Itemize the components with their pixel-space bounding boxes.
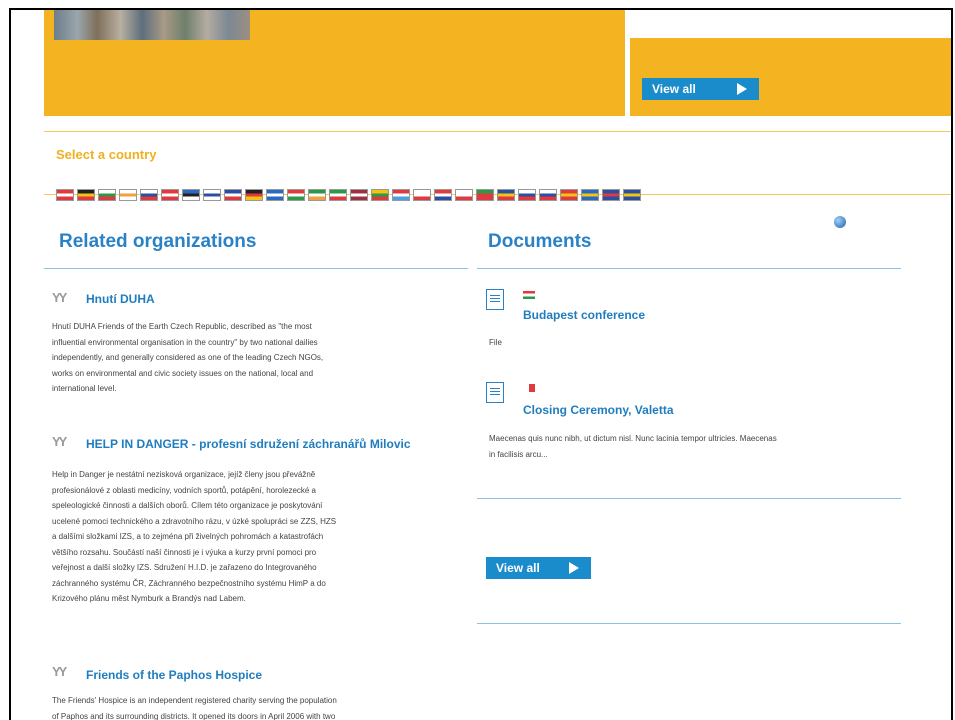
belgium-flag-icon[interactable] (77, 189, 95, 201)
denmark-flag-icon[interactable] (161, 189, 179, 201)
people-icon: YY (52, 434, 67, 449)
document-icon (486, 382, 504, 403)
text-line: The Friends' Hospice is an independent r… (52, 696, 337, 705)
text-line: in facilisis arcu... (489, 449, 548, 459)
text-line: works on environmental and civic society… (52, 368, 314, 378)
people-icon: YY (52, 290, 67, 305)
bulgaria-flag-icon[interactable] (98, 189, 116, 201)
text-line: independently, and generally considered … (52, 353, 324, 362)
play-arrow-icon (737, 83, 747, 95)
divider-top (44, 131, 951, 132)
text-line: veřejnost a další složky IZS. Sdružení H… (52, 563, 317, 572)
related-organizations-heading: Related organizations (59, 231, 257, 252)
estonia-flag-icon[interactable] (182, 189, 200, 201)
text-line: Maecenas quis nunc nibh, ut dictum nisl.… (489, 434, 777, 443)
greece-flag-icon[interactable] (266, 189, 284, 201)
text-line: profesionálové z oblasti medicíny, vodní… (52, 485, 317, 495)
czech-flag-icon[interactable] (140, 189, 158, 201)
cyprus-flag-icon[interactable] (119, 189, 137, 201)
text-line: influential environmental organisation i… (52, 337, 318, 347)
org-title[interactable]: HELP IN DANGER - profesní sdružení záchr… (86, 438, 431, 451)
text-line: of Paphos and its surrounding districts.… (52, 711, 336, 720)
slovenia-flag-icon[interactable] (539, 189, 557, 201)
spain-flag-icon[interactable] (560, 189, 578, 201)
text-line: většího rozsahu. Součástí naší činnosti … (52, 547, 317, 557)
text-line: záchranného systému ČR, Záchranného bezp… (52, 578, 326, 588)
news-banner: View all (630, 38, 951, 116)
hungary-flag-icon[interactable] (287, 189, 305, 201)
banner-photo-strip (54, 10, 250, 40)
org-description: The Friends' Hospice is an independent r… (52, 693, 472, 720)
text-line: international level. (52, 384, 117, 393)
people-icon: YY (52, 664, 67, 679)
france-flag-icon[interactable] (224, 189, 242, 201)
text-line: Hnutí DUHA Friends of the Earth Czech Re… (52, 322, 312, 331)
text-line: Krizového plánu měst Nymburk a Brandýs n… (52, 594, 246, 603)
slovakia-flag-icon[interactable] (518, 189, 536, 201)
text-line: a dalšími složkami IZS, a to zejména při… (52, 532, 324, 541)
documents-divider-bottom (477, 498, 901, 499)
text-line: speleologické činnosti a dalších oborů. … (52, 501, 323, 510)
documents-divider (477, 268, 901, 269)
org-title[interactable]: Hnutí DUHA (86, 293, 456, 306)
view-all-documents-button[interactable]: View all (486, 557, 591, 579)
featured-banner (44, 10, 625, 116)
document-title[interactable]: Budapest conference (523, 308, 645, 322)
documents-heading: Documents (488, 231, 592, 252)
org-description: Hnutí DUHA Friends of the Earth Czech Re… (52, 319, 472, 397)
text-line: Help in Danger je nestátní nezisková org… (52, 470, 316, 479)
org-description: Help in Danger je nestátní nezisková org… (52, 467, 472, 607)
poland-flag-icon[interactable] (455, 189, 473, 201)
malta-flag-icon (523, 384, 535, 392)
luxembourg-flag-icon[interactable] (392, 189, 410, 201)
document-type: File (489, 338, 502, 347)
globe-icon[interactable] (834, 216, 846, 228)
austria-flag-icon[interactable] (56, 189, 74, 201)
view-all-label: View all (652, 82, 696, 96)
bulgaria-flag-icon (523, 291, 535, 299)
lithuania-flag-icon[interactable] (371, 189, 389, 201)
country-flags-bar (56, 189, 641, 201)
malta-flag-icon[interactable] (413, 189, 431, 201)
romania-flag-icon[interactable] (497, 189, 515, 201)
play-arrow-icon (569, 562, 579, 574)
uk-flag-icon[interactable] (602, 189, 620, 201)
ireland-flag-icon[interactable] (308, 189, 326, 201)
view-all-button-top[interactable]: View all (642, 78, 759, 100)
latvia-flag-icon[interactable] (350, 189, 368, 201)
italy-flag-icon[interactable] (329, 189, 347, 201)
text-line: ucelené pomoci technického a zdravotního… (52, 516, 337, 526)
page-frame: View all Select a country Related organi… (9, 8, 953, 720)
document-summary: Maecenas quis nunc nibh, ut dictum nisl.… (489, 431, 909, 462)
select-country-label: Select a country (56, 147, 157, 162)
germany-flag-icon[interactable] (245, 189, 263, 201)
netherlands-flag-icon[interactable] (434, 189, 452, 201)
document-icon (486, 289, 504, 310)
view-all-label: View all (496, 561, 540, 575)
eu-flag-icon[interactable] (623, 189, 641, 201)
related-divider (44, 268, 468, 269)
documents-divider-end (477, 623, 901, 624)
finland-flag-icon[interactable] (203, 189, 221, 201)
document-title[interactable]: Closing Ceremony, Valetta (523, 403, 674, 417)
portugal-flag-icon[interactable] (476, 189, 494, 201)
sweden-flag-icon[interactable] (581, 189, 599, 201)
org-title[interactable]: Friends of the Paphos Hospice (86, 669, 456, 682)
